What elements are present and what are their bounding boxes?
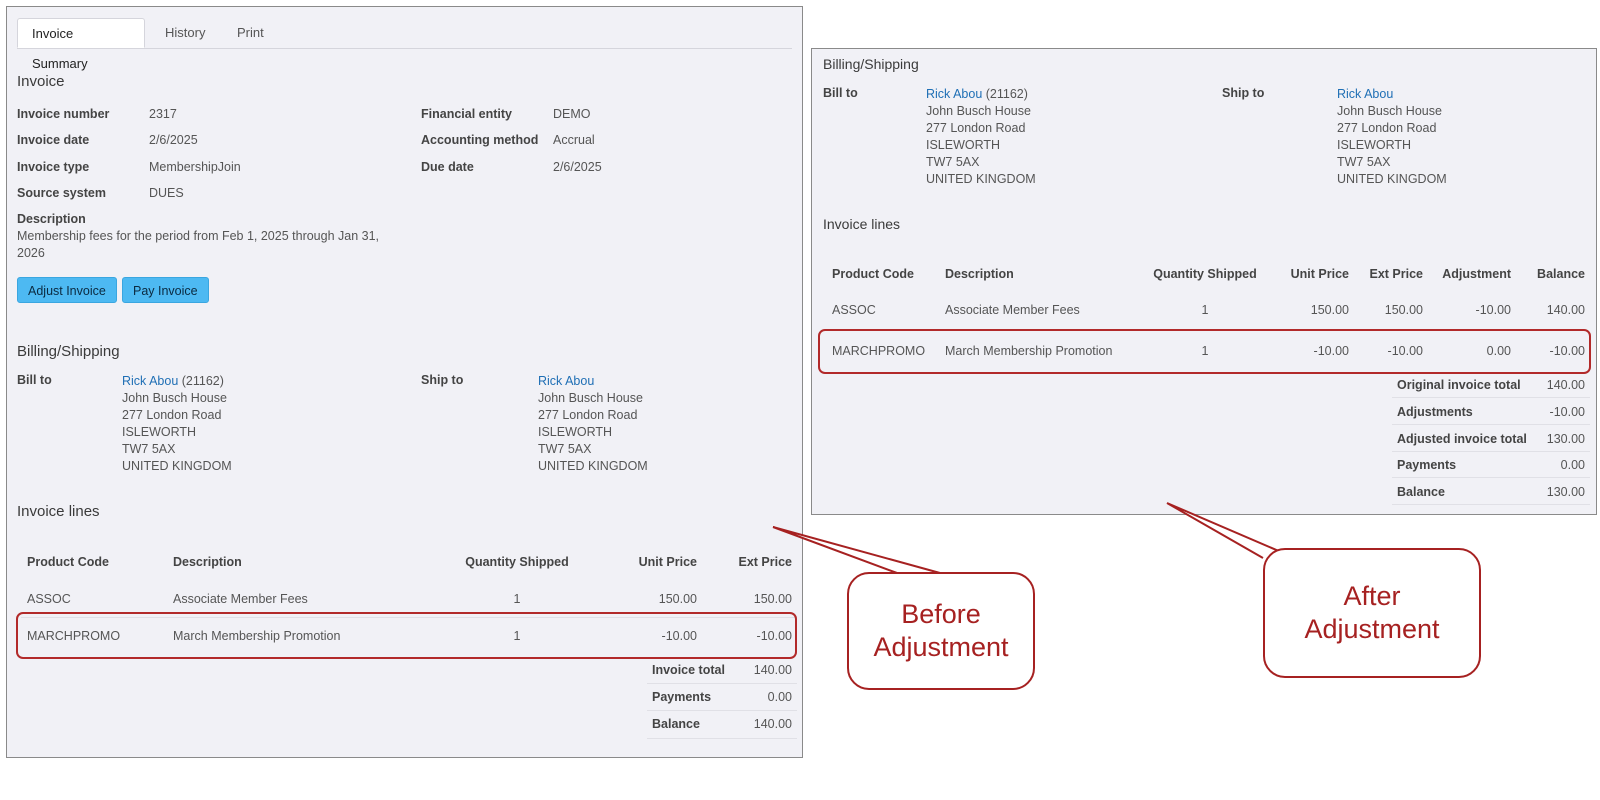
callout-text: Adjustment — [1304, 614, 1440, 644]
callout-pointers — [772, 502, 1296, 574]
before-adjustment-callout: Before Adjustment — [847, 572, 1035, 690]
callout-text: Adjustment — [873, 632, 1009, 662]
after-adjustment-callout: After Adjustment — [1263, 548, 1481, 678]
callout-text: After — [1343, 581, 1401, 611]
before-callout-pointer — [772, 526, 941, 574]
callout-text: Before — [901, 599, 981, 629]
